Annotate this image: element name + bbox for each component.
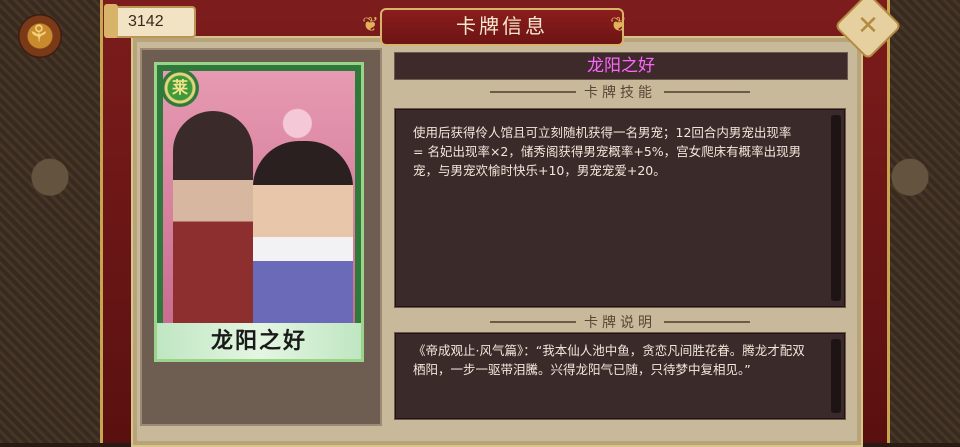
left-decor bbox=[0, 0, 100, 443]
card-name-label: 龙阳之好 bbox=[210, 328, 307, 354]
figure-right bbox=[253, 141, 353, 341]
dialog-header: ❦ 卡牌信息 ❦ bbox=[100, 4, 890, 46]
title-ornament-left: ❦ bbox=[362, 12, 379, 36]
skill-heading-label: 卡牌技能 bbox=[584, 85, 656, 101]
desc-box[interactable]: 《帝成观止·风气篇》：“我本仙人池中鱼，贪恋凡间胜花眷。腾龙才配双栖阳，一步一驱… bbox=[394, 332, 846, 420]
card-image: 莱 龙阳之好 bbox=[154, 62, 364, 362]
emblem-icon[interactable]: ⚘ bbox=[18, 14, 62, 58]
desc-text: 《帝成观止·风气篇》：“我本仙人池中鱼，贪恋凡间胜花眷。腾龙才配双栖阳，一步一驱… bbox=[413, 343, 805, 377]
card-title-bar: 龙阳之好 bbox=[394, 52, 848, 80]
skill-box[interactable]: 使用后获得伶人馆且可立刻随机获得一名男宠；12回合内男宠出现率 = 名妃出现率×… bbox=[394, 108, 846, 308]
desc-heading-label: 卡牌说明 bbox=[584, 315, 656, 331]
skill-heading: 卡牌技能 bbox=[480, 82, 760, 102]
card-rank-badge: 莱 bbox=[161, 69, 199, 107]
desc-scrollbar[interactable] bbox=[831, 339, 841, 413]
figure-left bbox=[173, 111, 253, 341]
title-plate: 卡牌信息 bbox=[380, 8, 624, 46]
card-title: 龙阳之好 bbox=[587, 56, 655, 76]
card-name-plate: 龙阳之好 bbox=[157, 323, 361, 359]
desc-heading: 卡牌说明 bbox=[480, 312, 760, 332]
card-art bbox=[163, 71, 355, 341]
title-ornament-right: ❦ bbox=[610, 12, 627, 36]
page-title: 卡牌信息 bbox=[456, 14, 548, 38]
close-icon: ✕ bbox=[857, 11, 879, 41]
skill-text: 使用后获得伶人馆且可立刻随机获得一名男宠；12回合内男宠出现率 = 名妃出现率×… bbox=[413, 125, 802, 178]
skill-scrollbar[interactable] bbox=[831, 115, 841, 301]
